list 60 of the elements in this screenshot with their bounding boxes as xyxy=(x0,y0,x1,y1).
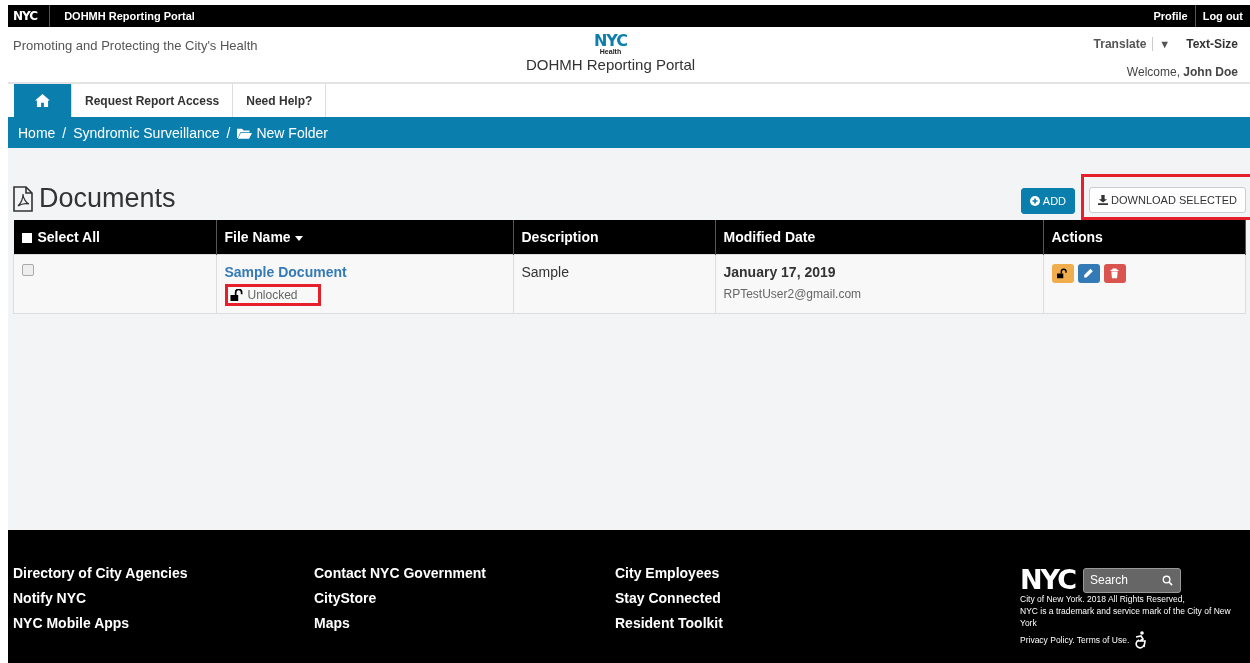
home-tab[interactable] xyxy=(14,84,72,117)
home-icon xyxy=(35,94,50,107)
modified-by: RPTestUser2@gmail.com xyxy=(723,287,863,301)
footer-link[interactable]: Directory of City Agencies xyxy=(13,565,314,581)
breadcrumb-link[interactable]: New Folder xyxy=(237,124,329,141)
download-icon xyxy=(1098,195,1109,205)
portal-title[interactable]: DOHMH Reporting Portal xyxy=(50,10,195,22)
legal-text: City of New York. 2018 All Rights Reserved, xyxy=(1020,593,1186,605)
tagline: Promoting and Protecting the City's Health xyxy=(12,37,259,55)
column-header[interactable]: Modified Date xyxy=(715,220,1043,255)
footer-link[interactable]: Maps xyxy=(314,615,615,631)
column-header[interactable]: Actions xyxy=(1043,220,1246,255)
lock-status: Unlocked xyxy=(224,284,321,306)
row-checkbox[interactable] xyxy=(22,264,34,276)
page-title: Documents xyxy=(39,183,176,214)
footer-link[interactable]: City Employees xyxy=(615,565,916,581)
breadcrumb-separator: / xyxy=(61,124,68,141)
search-field[interactable]: Search xyxy=(1083,567,1181,593)
top-link[interactable]: Profile xyxy=(1146,5,1195,27)
welcome-text: Welcome, John Doe xyxy=(1126,65,1238,79)
logo[interactable]: NYC xyxy=(1020,567,1075,593)
policy-link[interactable]: Privacy Policy. Terms of Use. xyxy=(1020,635,1130,645)
unlock-button[interactable] xyxy=(1051,264,1074,283)
search-icon xyxy=(1162,574,1173,586)
breadcrumb-link[interactable]: Syndromic Surveillance xyxy=(73,124,220,141)
folder-icon xyxy=(237,126,253,139)
document-icon xyxy=(13,185,33,212)
breadcrumb-separator: / xyxy=(225,124,232,141)
caret-icon[interactable]: ▼ xyxy=(1153,38,1177,50)
portal-name: DOHMH Reporting Portal xyxy=(525,56,696,74)
pencil-icon xyxy=(1083,268,1094,279)
footer-link[interactable]: Notify NYC xyxy=(13,590,314,606)
text-size-link[interactable]: Text-Size xyxy=(1176,37,1238,51)
footer-link[interactable]: Resident Toolkit xyxy=(615,615,916,631)
top-link[interactable]: Log out xyxy=(1194,5,1250,27)
legal-text: NYC is a trademark and service mark of the City of New York xyxy=(1020,605,1232,629)
footer-link[interactable]: Stay Connected xyxy=(615,590,916,606)
add-button[interactable]: ADD xyxy=(1020,188,1076,214)
accessibility-icon xyxy=(1133,631,1148,649)
modified-date: January 17, 2019 xyxy=(723,264,837,280)
plus-icon xyxy=(1029,196,1040,206)
footer-link[interactable]: CityStore xyxy=(314,590,615,606)
logo[interactable]: NYC xyxy=(593,33,628,48)
column-header[interactable]: Select All xyxy=(13,220,216,255)
select-all-checkbox[interactable] xyxy=(21,233,32,243)
edit-button[interactable] xyxy=(1077,264,1100,283)
file-link[interactable]: Sample Document xyxy=(224,264,505,280)
trash-icon xyxy=(1109,268,1120,279)
logo[interactable]: NYC xyxy=(8,5,51,27)
translate-link[interactable]: Translate xyxy=(1093,37,1154,51)
table-cell: Sample xyxy=(513,254,715,314)
column-header[interactable]: File Name xyxy=(216,220,513,255)
unlock-icon xyxy=(1057,268,1068,279)
unlock-icon xyxy=(229,289,243,301)
delete-button[interactable] xyxy=(1103,264,1126,283)
column-header[interactable]: Description xyxy=(513,220,715,255)
breadcrumb-link[interactable]: Home xyxy=(18,124,56,141)
download-button[interactable]: DOWNLOAD SELECTED xyxy=(1089,187,1246,213)
footer-link[interactable]: Contact NYC Government xyxy=(314,565,615,581)
footer-link[interactable]: NYC Mobile Apps xyxy=(13,615,314,631)
